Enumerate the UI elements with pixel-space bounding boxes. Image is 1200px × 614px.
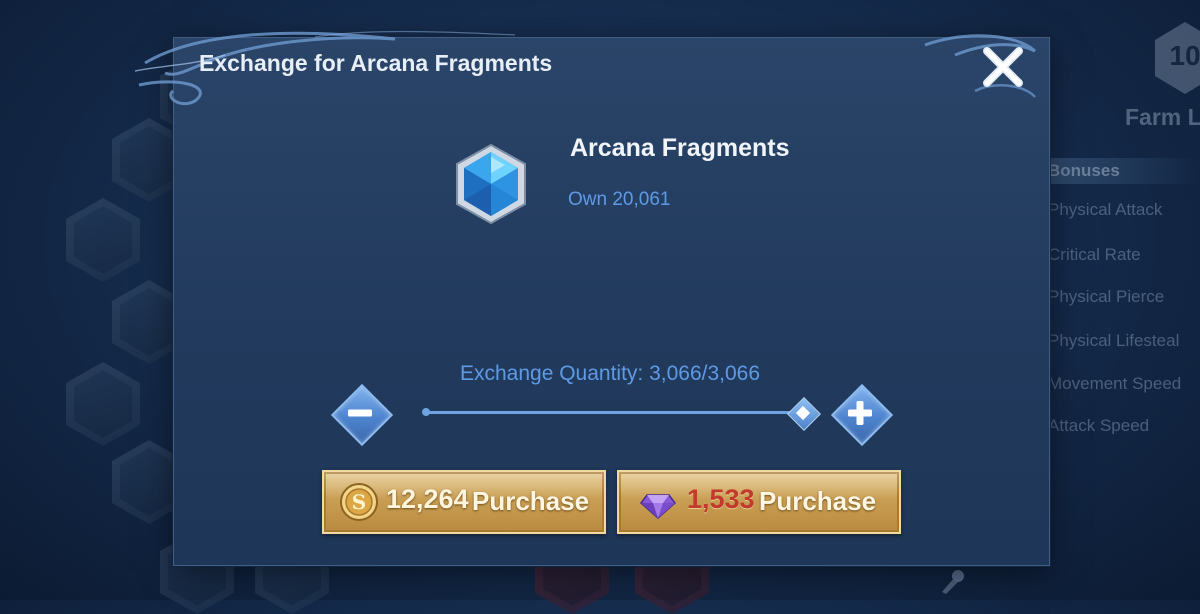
quantity-slider[interactable] [425, 411, 803, 414]
purchase-label: Purchase [759, 486, 877, 516]
dialog-title: Exchange for Arcana Fragments [199, 50, 553, 76]
purchase-label: Purchase [472, 486, 590, 516]
gold-price: 12,264 [386, 484, 469, 514]
bg-bonuses-header: Bonuses [1046, 158, 1200, 184]
item-owned-count: Own 20,061 [568, 189, 671, 210]
diamond-gem-icon [639, 494, 677, 520]
bg-farm-title: Farm L [1125, 104, 1200, 130]
svg-text:S: S [352, 490, 366, 514]
slider-handle[interactable] [786, 396, 821, 431]
exchange-quantity-label: Exchange Quantity: 3,066/3,066 [459, 362, 761, 385]
purchase-with-gold-button[interactable]: S 12,264 Purchase [322, 470, 606, 534]
bg-bonuses-header-label: Bonuses [1048, 161, 1120, 180]
close-icon [983, 47, 1023, 87]
decrease-quantity-button[interactable] [330, 383, 394, 447]
minus-icon [348, 409, 372, 417]
slider-fill [425, 411, 803, 414]
bg-bonus-item: Attack Speed [1048, 416, 1150, 434]
item-name: Arcana Fragments [570, 134, 790, 162]
increase-quantity-button[interactable] [830, 383, 894, 447]
slider-start-dot [422, 408, 430, 416]
bg-tool-icon [942, 570, 964, 594]
plus-icon [848, 401, 872, 425]
bg-talent-node [66, 198, 140, 282]
bg-bonus-item: Physical Attack [1048, 200, 1163, 219]
bg-bonus-item: Physical Pierce [1048, 287, 1165, 306]
gold-coin-icon: S [340, 483, 378, 521]
bg-level-badge: 10 [1155, 22, 1200, 94]
exchange-dialog [173, 37, 1050, 566]
diamond-price: 1,533 [687, 484, 755, 514]
bg-bonus-item: Physical Lifesteal [1048, 331, 1180, 350]
close-button[interactable] [978, 44, 1028, 90]
purchase-with-diamonds-button[interactable]: 1,533 Purchase [617, 470, 901, 534]
bg-level-value: 10 [1169, 40, 1200, 71]
arcana-crystal-icon [456, 143, 526, 225]
bg-bonus-item: Critical Rate [1048, 245, 1141, 264]
